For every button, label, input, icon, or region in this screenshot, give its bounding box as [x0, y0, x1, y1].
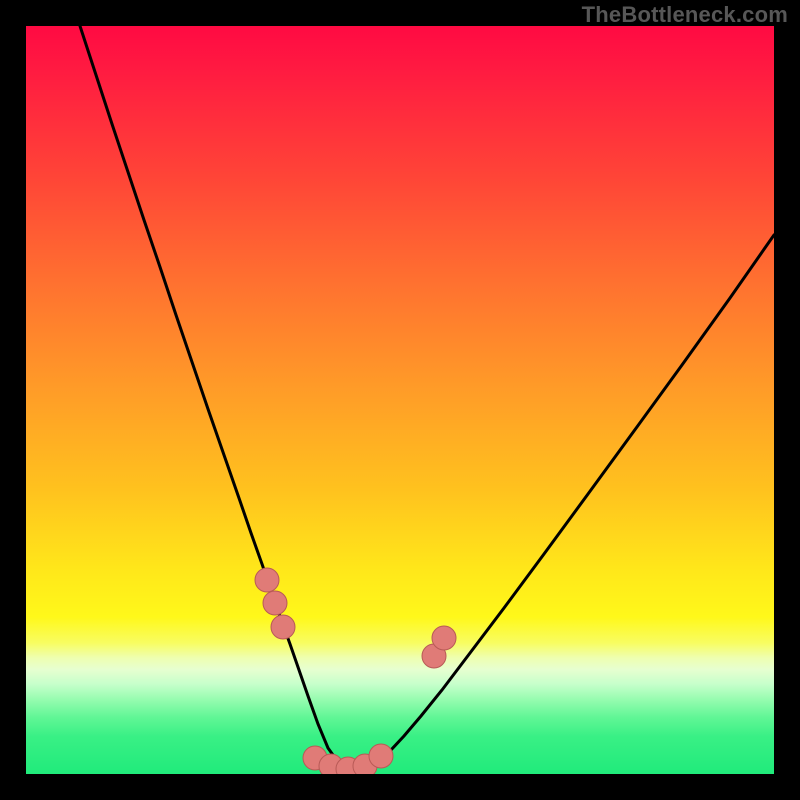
attribution-text: TheBottleneck.com [582, 2, 788, 28]
marker-left-cluster-bottom [271, 615, 295, 639]
marker-right-cluster-top [432, 626, 456, 650]
chart-frame: TheBottleneck.com [0, 0, 800, 800]
curve-overlay [26, 26, 774, 774]
marker-left-cluster-top [255, 568, 279, 592]
marker-trough-right [369, 744, 393, 768]
marker-left-cluster-mid [263, 591, 287, 615]
marker-group [255, 568, 456, 774]
